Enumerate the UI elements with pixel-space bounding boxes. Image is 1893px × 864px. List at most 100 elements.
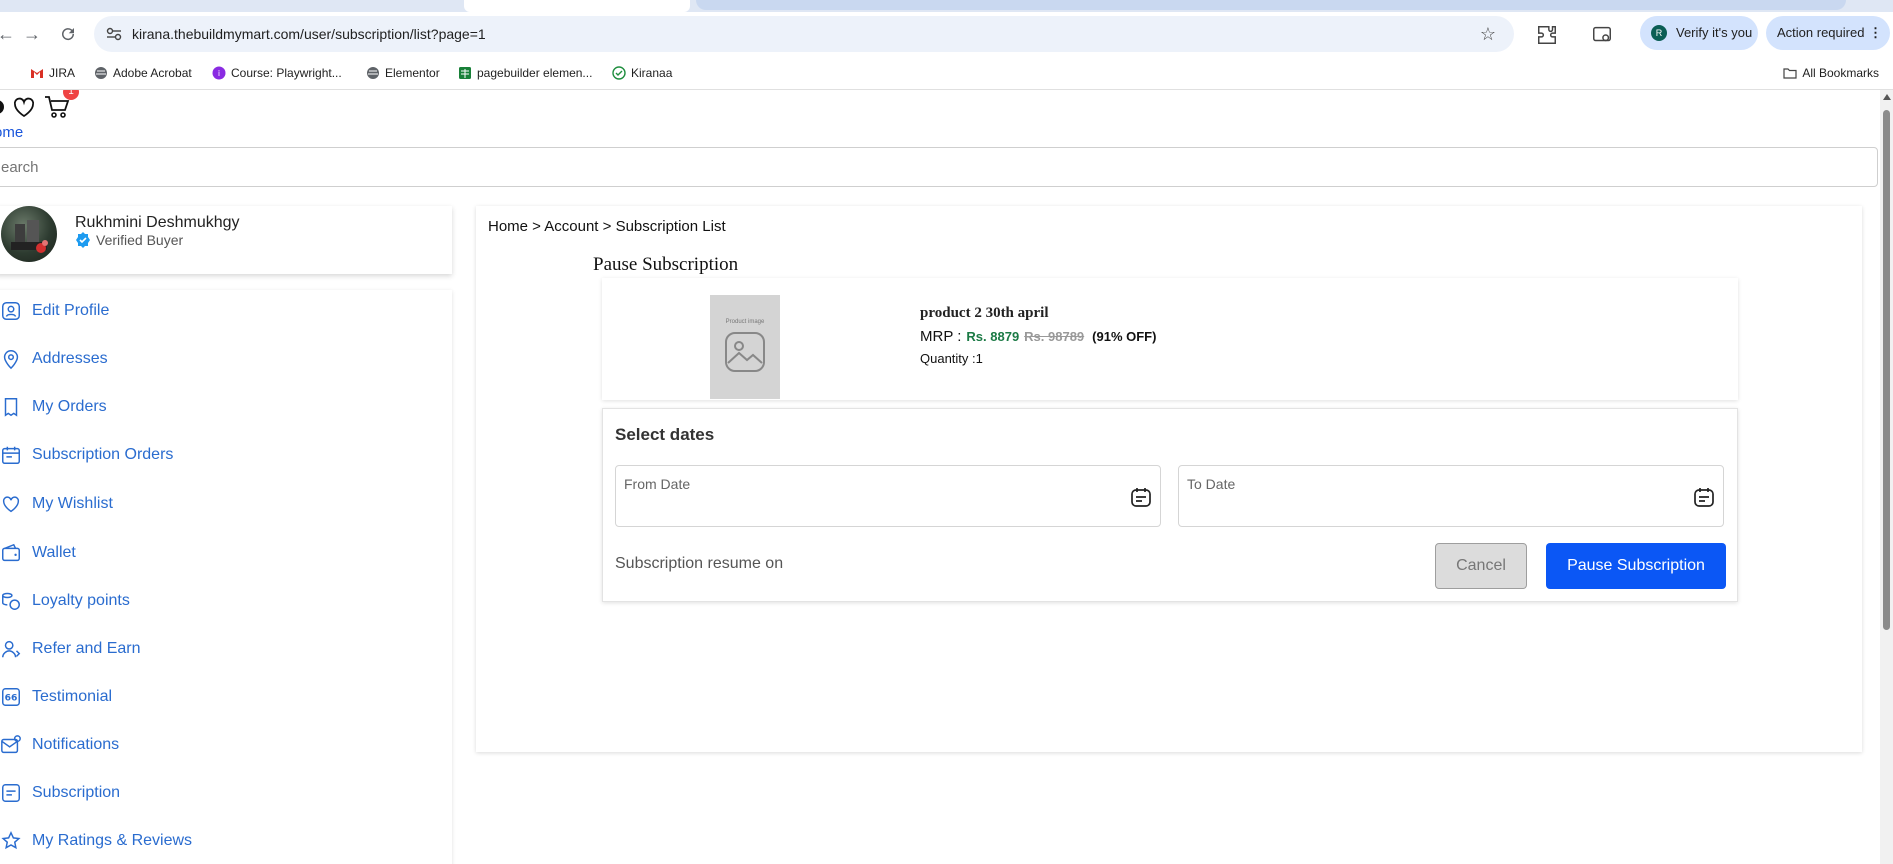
calendar-icon [2,446,20,464]
gmail-icon [31,69,43,78]
refer-user-icon [2,640,21,658]
sidebar-item-label: Testimonial [32,688,113,705]
reload-icon[interactable] [56,22,80,46]
sidebar-item-my-ratings-reviews[interactable]: My Ratings & Reviews [0,830,192,852]
browser-toolbar: ← → kirana.thebuildmymart.com/user/subsc… [0,12,1893,56]
inactive-tab[interactable] [696,0,1846,10]
cart-count-badge: 1 [63,90,79,100]
bookmark-elementor[interactable]: Elementor [366,65,440,81]
bookmark-kiranaa[interactable]: Kiranaa [612,65,672,81]
svg-text:i: i [218,69,220,78]
verify-chip[interactable]: R Verify it's you [1640,16,1758,50]
verify-chip-label: Verify it's you [1676,25,1753,40]
product-card: Product image product 2 30th april MRP :… [602,278,1738,400]
globe-icon [367,67,379,79]
back-icon[interactable]: ← [0,22,18,46]
subscription-icon [2,784,20,802]
sidebar-item-testimonial[interactable]: 66 Testimonial [0,686,112,708]
sidebar-item-label: Edit Profile [32,302,110,319]
reading-mode-icon[interactable] [1591,24,1613,46]
all-bookmarks[interactable]: All Bookmarks [1783,65,1879,81]
sidebar-item-label: My Ratings & Reviews [32,832,193,849]
search-input[interactable] [0,147,1878,187]
bookmark-label: Adobe Acrobat [113,66,192,80]
scrollbar-thumb[interactable] [1883,110,1890,630]
calendar-picker-icon[interactable] [1693,486,1715,508]
sidebar-item-wallet[interactable]: Wallet [0,542,76,564]
action-chip-label: Action required [1777,25,1865,40]
pause-subscription-button[interactable]: Pause Subscription [1546,543,1726,589]
forward-icon[interactable]: → [20,22,44,46]
verified-badge: Verified Buyer [75,232,183,248]
calendar-picker-icon[interactable] [1130,486,1152,508]
bookmark-jira[interactable]: JIRA [30,65,75,81]
sidebar-item-addresses[interactable]: Addresses [0,348,108,370]
bookmark-star-icon[interactable]: ☆ [1480,24,1496,45]
user-icon [2,302,20,320]
sidebar-item-label: Loyalty points [32,592,130,609]
verified-label: Verified Buyer [96,232,184,248]
wishlist-heart-icon[interactable] [12,96,36,118]
sheets-icon [459,67,471,79]
sidebar-item-refer-and-earn[interactable]: Refer and Earn [0,638,141,660]
verified-check-icon [76,232,90,248]
all-bookmarks-label: All Bookmarks [1802,66,1879,80]
sidebar-item-label: Subscription Orders [32,446,174,463]
page-title: Pause Subscription [593,254,739,275]
user-account-icon[interactable] [0,100,4,114]
sidebar-item-label: Wallet [32,544,76,561]
action-required-chip[interactable]: Action required ⋮ [1766,16,1890,50]
bookmark-label: pagebuilder elemen... [477,66,593,80]
sidebar-item-loyalty-points[interactable]: Loyalty points [0,590,130,612]
sidebar-item-label: Notifications [32,736,120,753]
home-link[interactable]: ome [0,124,23,141]
sidebar-item-label: Addresses [32,350,108,367]
bookmark-adobe-acrobat[interactable]: Adobe Acrobat [94,65,192,81]
sidebar-item-my-wishlist[interactable]: My Wishlist [0,493,113,515]
product-name: product 2 30th april [920,305,1049,321]
sidebar-item-notifications[interactable]: Notifications [0,734,119,756]
coins-icon [2,592,20,610]
to-date-label: To Date [1187,476,1236,492]
sidebar-item-edit-profile[interactable]: Edit Profile [0,300,109,322]
profile-name: Rukhmini Deshmukhgy [75,214,240,231]
bookmark-pagebuilder[interactable]: pagebuilder elemen... [458,65,592,81]
subscription-resume-text: Subscription resume on [615,555,784,572]
product-image: Product image [710,295,780,399]
select-dates-title: Select dates [615,425,715,444]
site-settings-icon[interactable] [106,27,122,41]
scroll-up-arrow-icon[interactable] [1883,94,1891,100]
sidebar-item-subscription-orders[interactable]: Subscription Orders [0,444,173,466]
from-date-field[interactable]: From Date [615,465,1161,527]
location-pin-icon [3,350,19,370]
bookmark-course-playwright[interactable]: i Course: Playwright... [212,65,342,81]
course-icon: i [212,66,226,80]
active-tab[interactable] [464,0,690,12]
breadcrumb[interactable]: Home > Account > Subscription List [488,218,726,235]
select-dates-card: Select dates From Date To Date Subscript… [602,408,1738,602]
sidebar-item-my-orders[interactable]: My Orders [0,396,107,418]
globe-icon [95,67,107,79]
check-circle-icon [612,66,626,80]
bookmark-label: Kiranaa [631,66,673,80]
sidebar-item-label: My Wishlist [32,495,113,512]
page-content: 1 ome Rukhmini Deshmukhgy Verified Buyer… [0,90,1880,864]
to-date-field[interactable]: To Date [1178,465,1724,527]
profile-card: Rukhmini Deshmukhgy Verified Buyer [0,206,452,274]
main-content-card: Home > Account > Subscription List Pause… [476,206,1862,752]
sidebar-item-label: Subscription [32,784,121,801]
address-bar[interactable]: kirana.thebuildmymart.com/user/subscript… [94,16,1514,52]
bookmark-label: Elementor [385,66,440,80]
sidebar-menu: Edit Profile Addresses My Orders Subscri… [0,290,452,864]
heart-icon [2,496,20,513]
discount-text: (91% OFF) [1092,329,1157,344]
page-scrollbar[interactable] [1880,90,1893,864]
extensions-icon[interactable] [1536,24,1558,46]
sidebar-item-subscription[interactable]: Subscription [0,782,120,804]
more-menu-icon[interactable]: ⋮ [1869,16,1882,50]
sidebar-item-label: My Orders [32,398,107,415]
mrp-label: MRP : [920,328,962,345]
current-price: Rs. 8879 [966,329,1020,344]
url-text[interactable]: kirana.thebuildmymart.com/user/subscript… [132,26,486,42]
cancel-button[interactable]: Cancel [1435,543,1527,589]
